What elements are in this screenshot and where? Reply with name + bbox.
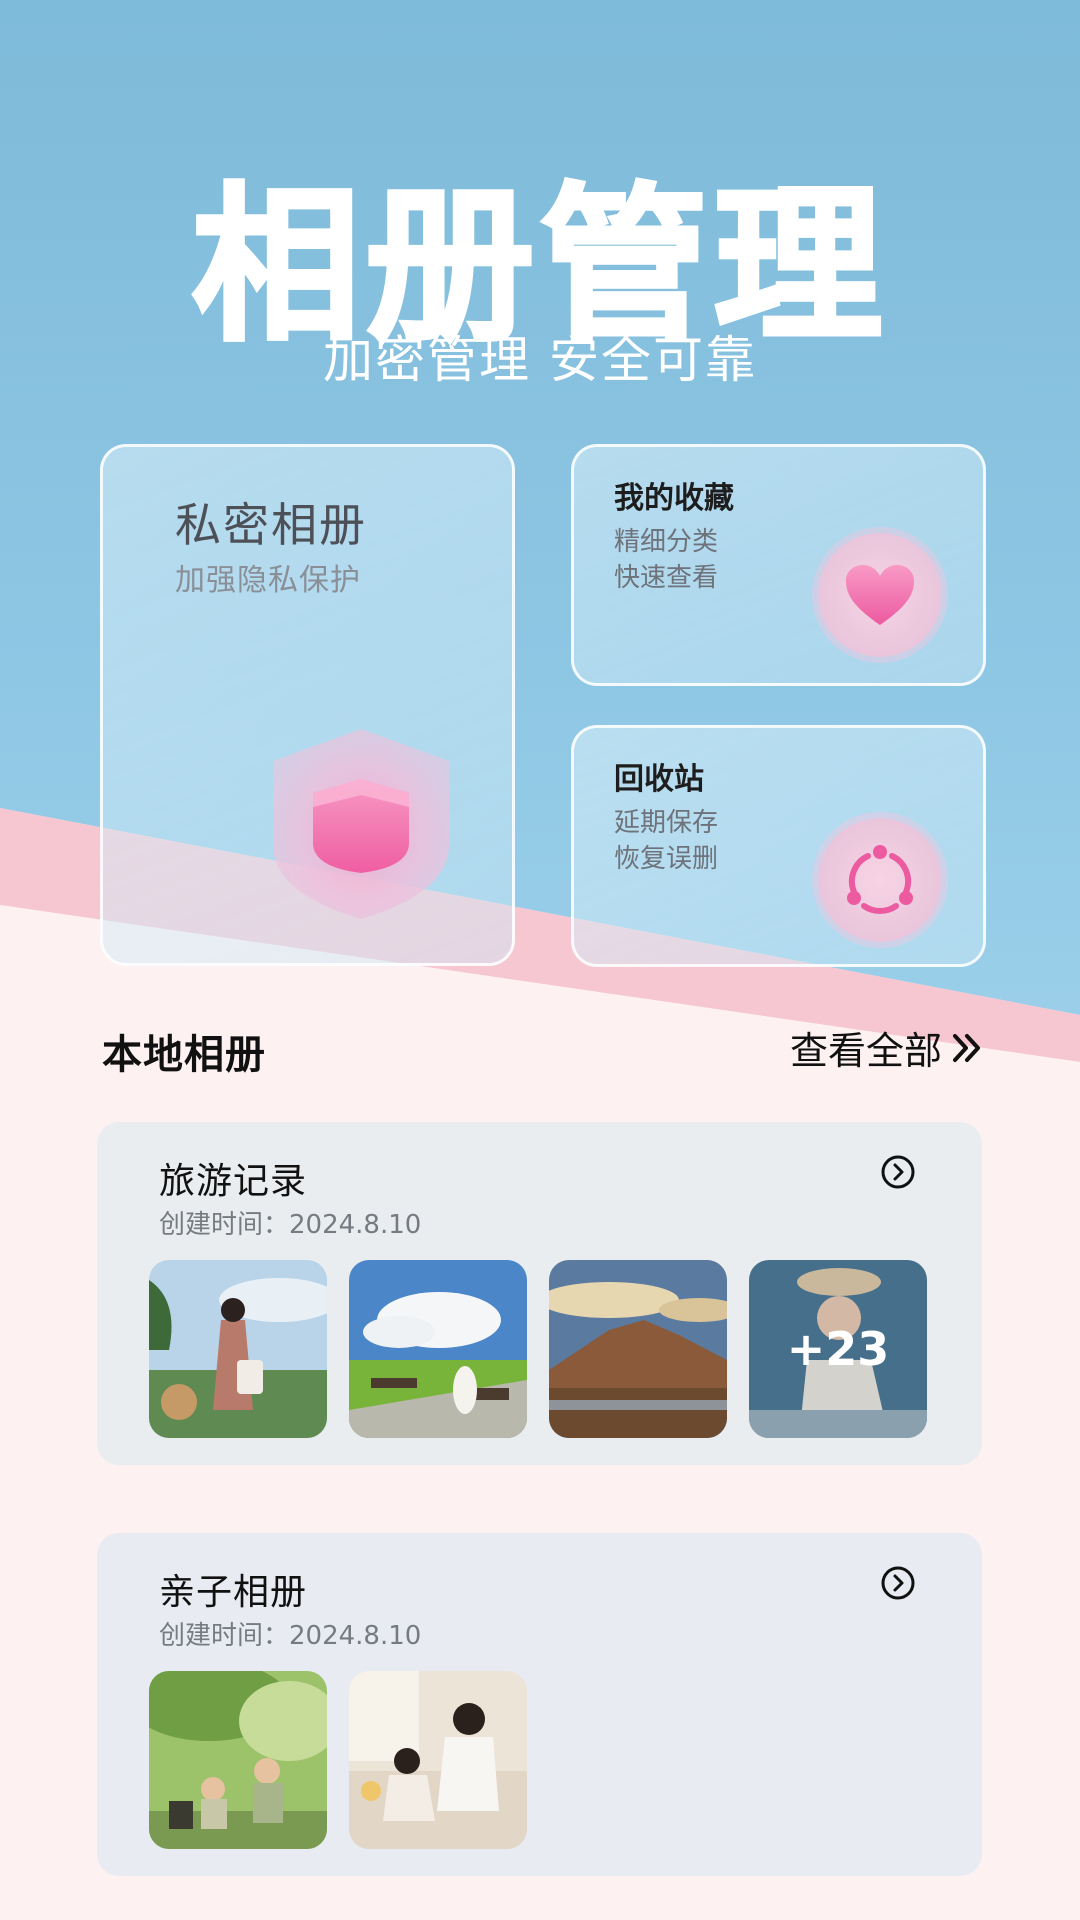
photo-thumbnail[interactable] — [349, 1671, 527, 1849]
favorites-line1: 精细分类 — [614, 527, 719, 557]
album-name: 旅游记录 — [159, 1161, 308, 1202]
more-count: +23 — [749, 1260, 927, 1438]
favorites-line2: 快速查看 — [614, 563, 719, 593]
album-name: 亲子相册 — [159, 1572, 308, 1613]
photo-thumbnail[interactable] — [149, 1260, 327, 1438]
heart-icon — [818, 533, 942, 657]
recycle-line1: 延期保存 — [614, 808, 719, 838]
album-card-travel[interactable]: 旅游记录 创建时间：2024.8.10 +23 — [97, 1122, 982, 1465]
favorites-title: 我的收藏 — [614, 481, 734, 516]
album-date: 创建时间：2024.8.10 — [159, 1621, 422, 1651]
album-card-family[interactable]: 亲子相册 创建时间：2024.8.10 — [97, 1533, 982, 1876]
favorites-card[interactable]: 我的收藏 精细分类 快速查看 — [571, 444, 986, 686]
see-all-label: 查看全部 — [790, 1029, 943, 1073]
recycle-line2: 恢复误删 — [614, 844, 719, 874]
circle-arrow-right-icon[interactable] — [880, 1565, 916, 1601]
circle-arrow-right-icon[interactable] — [880, 1154, 916, 1190]
photo-thumbnail-more[interactable]: +23 — [749, 1260, 927, 1438]
shield-icon — [269, 725, 453, 921]
photo-thumbnail[interactable] — [349, 1260, 527, 1438]
private-album-title: 私密相册 — [175, 498, 367, 552]
photo-thumbnail[interactable] — [149, 1671, 327, 1849]
see-all-link[interactable]: 查看全部 — [790, 1020, 984, 1075]
album-thumbnails: +23 — [149, 1260, 927, 1438]
recycle-title: 回收站 — [614, 762, 704, 797]
photo-thumbnail[interactable] — [549, 1260, 727, 1438]
section-title-local-albums: 本地相册 — [102, 1032, 266, 1078]
page-subtitle: 加密管理 安全可靠 — [323, 331, 757, 389]
private-album-subtitle: 加强隐私保护 — [175, 563, 361, 598]
recycle-bin-card[interactable]: 回收站 延期保存 恢复误删 — [571, 725, 986, 967]
album-thumbnails — [149, 1671, 527, 1849]
album-date: 创建时间：2024.8.10 — [159, 1210, 422, 1240]
recycle-icon — [818, 818, 942, 942]
double-chevron-right-icon — [953, 1033, 981, 1062]
private-album-card[interactable]: 私密相册 加强隐私保护 — [100, 444, 515, 966]
